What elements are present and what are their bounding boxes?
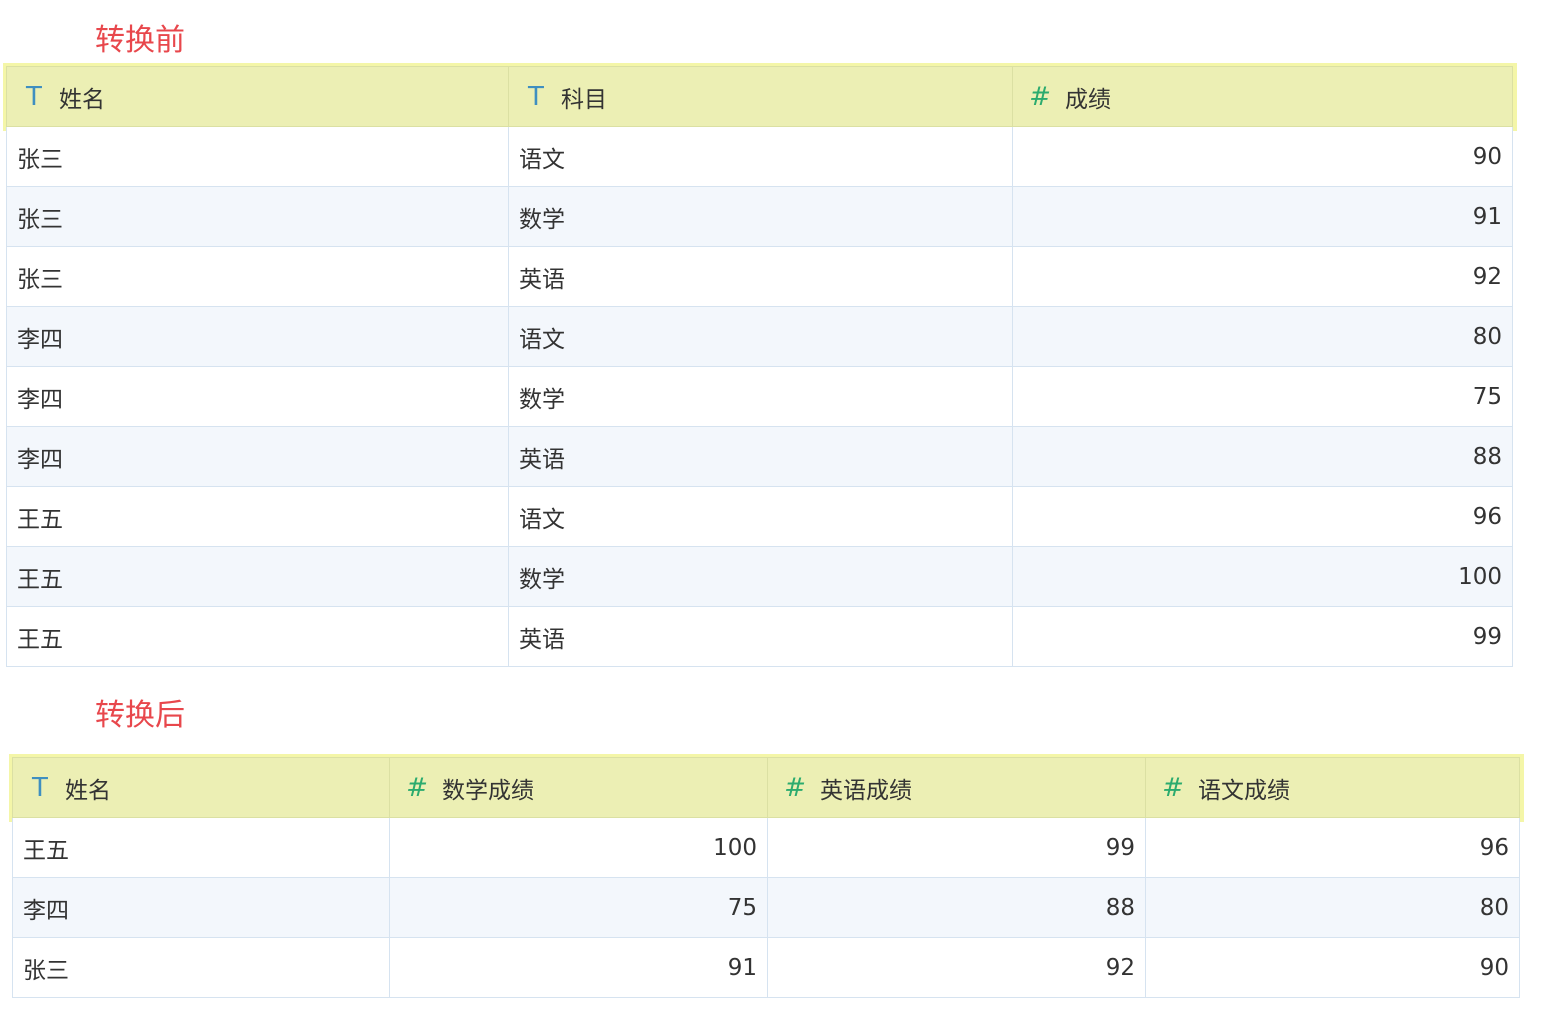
score-cell: 100 [1012, 546, 1513, 607]
after-header-name-label: 姓名 [65, 777, 111, 804]
after-header-row: T 姓名 # 数学成绩 # 英语成绩 # 语文成绩 [12, 757, 1520, 818]
before-header-row: T 姓名 T 科目 # 成绩 [6, 66, 1513, 127]
before-header-score[interactable]: # 成绩 [1012, 66, 1513, 127]
subject-cell: 数学 [508, 366, 1013, 427]
after-header-chinese-label: 语文成绩 [1198, 777, 1290, 804]
score-cell: 96 [1012, 486, 1513, 547]
after-table: T 姓名 # 数学成绩 # 英语成绩 # 语文成绩 王五 100 99 96 李四 75 88 80… [12, 757, 1520, 998]
subject-cell: 语文 [508, 126, 1013, 187]
before-header-subject[interactable]: T 科目 [508, 66, 1013, 127]
table-row: 王五 英语 99 [6, 606, 1513, 667]
before-header-score-label: 成绩 [1065, 86, 1111, 113]
table-row: 张三 语文 90 [6, 126, 1513, 187]
name-cell: 李四 [6, 426, 509, 487]
text-type-icon: T [26, 81, 42, 112]
score-cell: 92 [1012, 246, 1513, 307]
after-header-english-label: 英语成绩 [820, 777, 912, 804]
score-cell: 91 [1012, 186, 1513, 247]
name-cell: 王五 [6, 606, 509, 667]
name-cell: 王五 [6, 486, 509, 547]
text-type-icon: T [528, 81, 544, 112]
score-cell: 80 [1012, 306, 1513, 367]
name-cell: 王五 [6, 546, 509, 607]
name-cell: 张三 [6, 186, 509, 247]
table-row: 李四 语文 80 [6, 306, 1513, 367]
number-type-icon: # [1029, 81, 1051, 112]
before-header-name-label: 姓名 [59, 86, 105, 113]
name-cell: 张三 [6, 246, 509, 307]
score-cell: 90 [1012, 126, 1513, 187]
subject-cell: 数学 [508, 186, 1013, 247]
after-header-math-label: 数学成绩 [442, 777, 534, 804]
table-row: 李四 英语 88 [6, 426, 1513, 487]
after-header-chinese[interactable]: # 语文成绩 [1145, 757, 1520, 818]
table-row: 张三 数学 91 [6, 186, 1513, 247]
score-cell: 99 [1012, 606, 1513, 667]
table-row: 张三 91 92 90 [12, 937, 1520, 998]
after-header-name[interactable]: T 姓名 [12, 757, 390, 818]
number-type-icon: # [1162, 772, 1184, 803]
subject-cell: 英语 [508, 606, 1013, 667]
name-cell: 李四 [6, 306, 509, 367]
math-score-cell: 100 [389, 817, 768, 878]
after-section-title: 转换后 [95, 698, 185, 733]
table-row: 王五 数学 100 [6, 546, 1513, 607]
chinese-score-cell: 96 [1145, 817, 1520, 878]
before-header-name[interactable]: T 姓名 [6, 66, 509, 127]
subject-cell: 数学 [508, 546, 1013, 607]
name-cell: 李四 [12, 877, 390, 938]
table-row: 李四 75 88 80 [12, 877, 1520, 938]
chinese-score-cell: 90 [1145, 937, 1520, 998]
name-cell: 王五 [12, 817, 390, 878]
before-table: T 姓名 T 科目 # 成绩 张三 语文 90 张三 数学 91 张三 英语 92 李四 语文 80 … [6, 66, 1513, 667]
table-row: 李四 数学 75 [6, 366, 1513, 427]
chinese-score-cell: 80 [1145, 877, 1520, 938]
english-score-cell: 99 [767, 817, 1146, 878]
table-row: 张三 英语 92 [6, 246, 1513, 307]
number-type-icon: # [784, 772, 806, 803]
subject-cell: 语文 [508, 486, 1013, 547]
before-header-subject-label: 科目 [561, 86, 607, 113]
math-score-cell: 75 [389, 877, 768, 938]
name-cell: 张三 [6, 126, 509, 187]
table-row: 王五 语文 96 [6, 486, 1513, 547]
after-header-english[interactable]: # 英语成绩 [767, 757, 1146, 818]
name-cell: 李四 [6, 366, 509, 427]
subject-cell: 语文 [508, 306, 1013, 367]
text-type-icon: T [32, 772, 48, 803]
score-cell: 75 [1012, 366, 1513, 427]
subject-cell: 英语 [508, 246, 1013, 307]
before-section-title: 转换前 [95, 23, 185, 58]
after-header-math[interactable]: # 数学成绩 [389, 757, 768, 818]
english-score-cell: 88 [767, 877, 1146, 938]
score-cell: 88 [1012, 426, 1513, 487]
english-score-cell: 92 [767, 937, 1146, 998]
math-score-cell: 91 [389, 937, 768, 998]
name-cell: 张三 [12, 937, 390, 998]
number-type-icon: # [406, 772, 428, 803]
subject-cell: 英语 [508, 426, 1013, 487]
table-row: 王五 100 99 96 [12, 817, 1520, 878]
